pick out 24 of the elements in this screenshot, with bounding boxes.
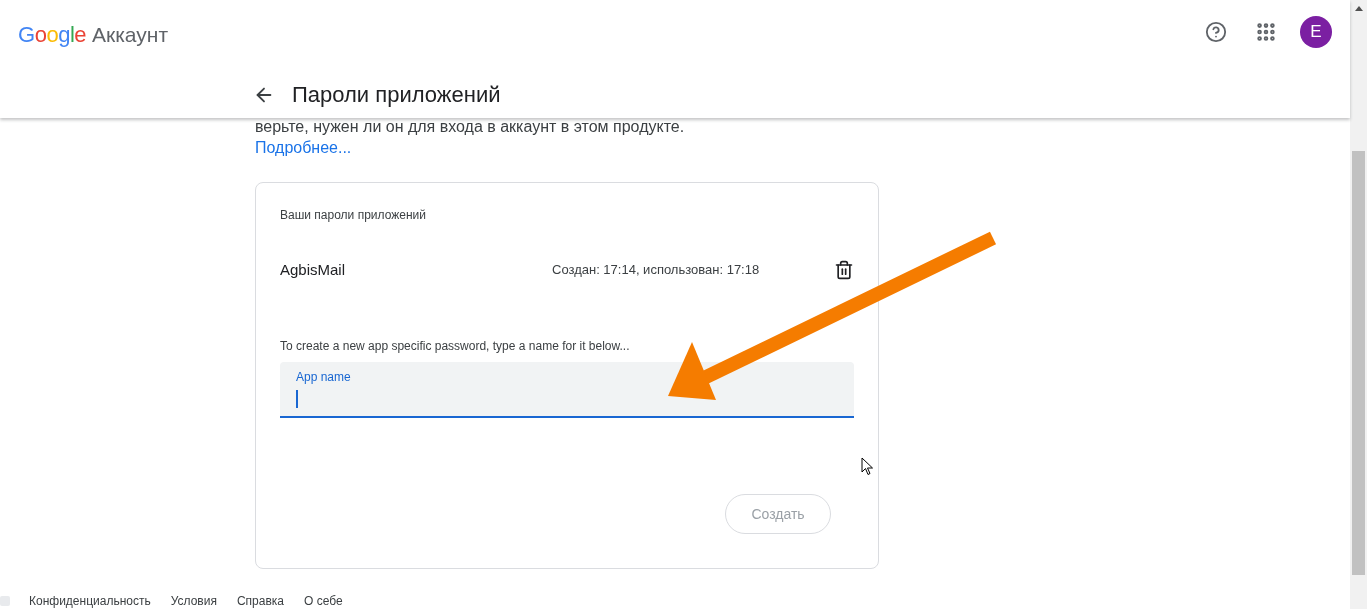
more-link[interactable]: Подробнее... [255, 136, 352, 160]
footer-link[interactable]: О себе [304, 593, 343, 609]
app-password-name: AgbisMail [280, 259, 347, 280]
field-label: App name [296, 370, 351, 384]
app-name-field[interactable]: App name [280, 362, 854, 418]
trash-icon [834, 260, 854, 280]
apps-grid-icon [1255, 21, 1277, 43]
app-password-info: Создан: 17:14, использован: 17:18 [552, 261, 761, 280]
scrollbar[interactable] [1350, 0, 1367, 609]
text-cursor [296, 390, 298, 408]
page-title: Пароли приложений [292, 81, 501, 109]
avatar[interactable]: E [1300, 16, 1332, 48]
intro-paragraph: верьте, нужен ли он для входа в аккаунт в этом продукте. [255, 118, 686, 136]
mouse-pointer-icon [861, 457, 874, 476]
help-icon [1205, 21, 1227, 43]
card-heading: Ваши пароли приложений [280, 207, 427, 223]
scroll-up-icon[interactable] [1354, 6, 1363, 11]
footer-link[interactable]: Конфиденциальность [29, 593, 151, 609]
footer-link[interactable]: Условия [170, 593, 217, 609]
product-name: Аккаунт [92, 22, 169, 48]
instruction-text: To create a new app specific password, type a name for it below... [280, 338, 631, 354]
footer-link[interactable]: Справка [236, 593, 285, 609]
scrollbar-thumb[interactable] [1352, 151, 1365, 575]
google-logo[interactable]: Google [18, 18, 86, 51]
